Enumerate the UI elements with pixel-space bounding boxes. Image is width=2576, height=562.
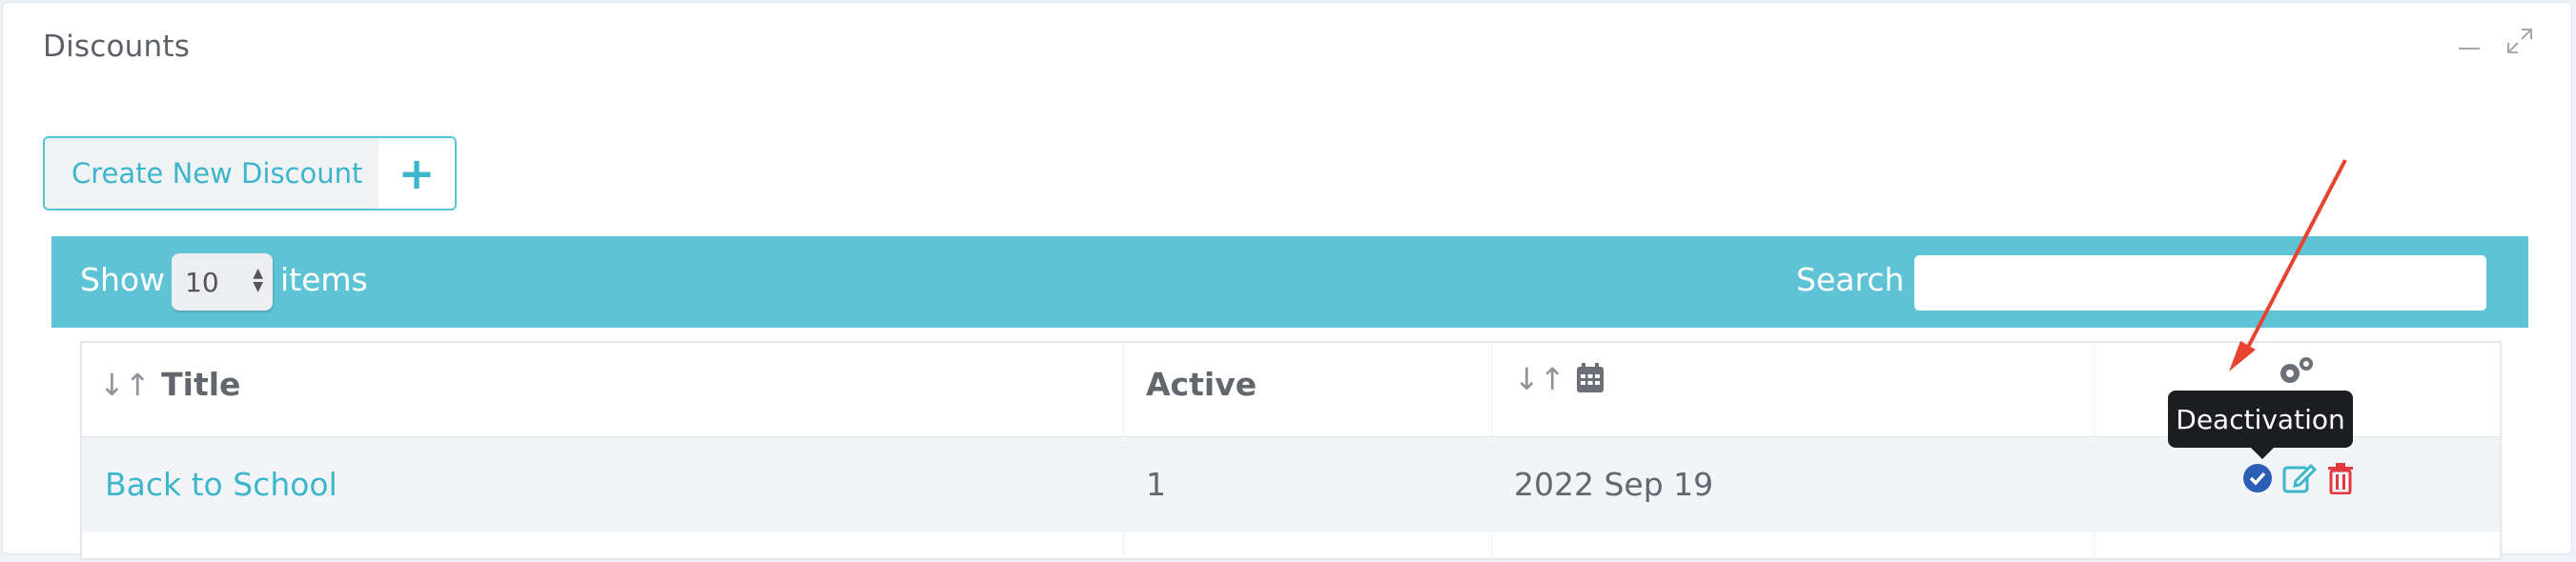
annotation-arrow <box>2229 159 2347 371</box>
